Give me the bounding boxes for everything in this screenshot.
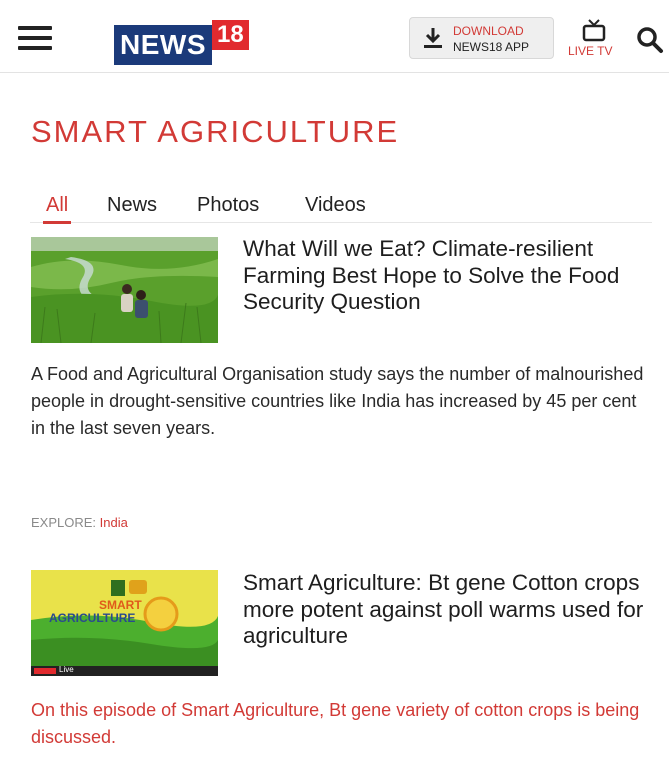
download-icon [424, 28, 442, 48]
thumb-live-badge: Live [59, 665, 74, 674]
tab-photos[interactable]: Photos [197, 194, 259, 217]
article-thumbnail-rice-field[interactable] [31, 237, 218, 343]
explore-link-india[interactable]: India [100, 515, 128, 530]
menu-icon[interactable] [18, 26, 52, 50]
news18-logo[interactable]: NEWS 18 [114, 20, 249, 65]
logo-18-text: 18 [212, 20, 249, 50]
article-headline[interactable]: What Will we Eat? Climate-resilient Farm… [243, 236, 653, 316]
download-app-label: NEWS18 APP [453, 40, 530, 54]
article-summary: A Food and Agricultural Organisation stu… [31, 364, 644, 438]
explore-label: EXPLORE: [31, 515, 97, 530]
live-tv-button[interactable]: LIVE TV [568, 16, 622, 60]
download-app-button[interactable]: DOWNLOAD NEWS18 APP [409, 17, 554, 59]
menu-bar [18, 36, 52, 40]
top-header: NEWS 18 DOWNLOAD NEWS18 APP LIVE TV [0, 0, 669, 73]
article-summary: On this episode of Smart Agriculture, Bt… [31, 700, 640, 747]
page: NEWS 18 DOWNLOAD NEWS18 APP LIVE TV SMAR… [0, 0, 669, 758]
tab-videos[interactable]: Videos [305, 194, 366, 217]
thumb-agriculture-text: AGRICULTURE [49, 611, 136, 625]
tab-all[interactable]: All [42, 194, 72, 224]
article-headline[interactable]: Smart Agriculture: Bt gene Cotton crops … [243, 570, 653, 650]
search-icon[interactable] [636, 26, 664, 54]
logo-news-text: NEWS [114, 25, 212, 65]
menu-bar [18, 26, 52, 30]
rice-field-image [31, 237, 218, 343]
tv-icon [582, 19, 606, 42]
explore-tag: EXPLORE: India [31, 515, 128, 530]
menu-bar [18, 46, 52, 50]
article-thumbnail-smart-agriculture[interactable]: SMART AGRICULTURE Live [31, 570, 218, 676]
section-tabs: All News Photos Videos [30, 190, 652, 224]
thumb-smart-text: SMART [99, 598, 142, 612]
tab-news[interactable]: News [107, 194, 157, 217]
live-tv-label: LIVE TV [568, 44, 613, 58]
download-label: DOWNLOAD [453, 24, 524, 38]
page-title: SMART AGRICULTURE [31, 114, 400, 149]
